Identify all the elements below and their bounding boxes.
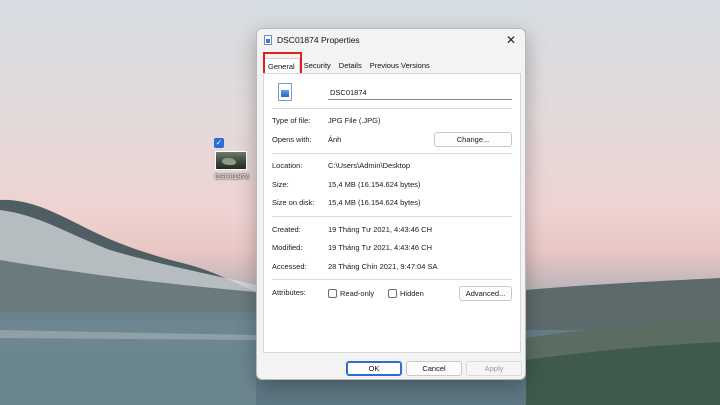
tab-previous-versions[interactable]: Previous Versions	[366, 58, 434, 73]
size-on-disk-value: 15,4 MB (16.154.624 bytes)	[328, 198, 421, 207]
type-of-file-value: JPG File (.JPG)	[328, 116, 381, 125]
divider	[272, 216, 512, 217]
hidden-label: Hidden	[400, 289, 424, 298]
title-bar[interactable]: DSC01874 Properties ✕	[257, 29, 525, 51]
ok-button[interactable]: OK	[346, 361, 402, 376]
type-of-file-label: Type of file:	[272, 116, 311, 125]
divider	[272, 153, 512, 154]
modified-value: 19 Tháng Tư 2021, 4:43:46 CH	[328, 243, 432, 252]
location-value: C:\Users\Admin\Desktop	[328, 161, 411, 170]
readonly-checkbox[interactable]	[328, 289, 337, 298]
created-label: Created:	[272, 225, 301, 234]
desktop-file-icon[interactable]: ✓ DSC01874	[211, 138, 253, 186]
jpg-file-icon	[278, 83, 292, 101]
opens-with-value: Ảnh	[328, 135, 342, 144]
divider	[272, 279, 512, 280]
file-name-field[interactable]	[328, 85, 512, 100]
window-title: DSC01874 Properties	[277, 35, 360, 45]
properties-dialog: DSC01874 Properties ✕ General Security D…	[256, 28, 526, 380]
size-on-disk-label: Size on disk:	[272, 198, 315, 207]
close-button[interactable]: ✕	[503, 32, 519, 48]
attributes-label: Attributes:	[272, 288, 306, 297]
tab-bar: General Security Details Previous Versio…	[263, 55, 434, 74]
modified-label: Modified:	[272, 243, 303, 252]
created-value: 19 Tháng Tư 2021, 4:43:46 CH	[328, 225, 432, 234]
location-label: Location:	[272, 161, 303, 170]
tab-general[interactable]: General	[263, 58, 300, 74]
accessed-label: Accessed:	[272, 262, 307, 271]
cancel-button[interactable]: Cancel	[406, 361, 462, 376]
tab-details[interactable]: Details	[335, 58, 366, 73]
general-panel: Type of file: JPG File (.JPG) Opens with…	[263, 73, 521, 353]
image-thumbnail	[215, 151, 247, 170]
file-icon	[264, 35, 272, 45]
size-value: 15,4 MB (16.154.624 bytes)	[328, 180, 421, 189]
desktop-file-label: DSC01874	[214, 174, 250, 181]
change-button[interactable]: Change...	[434, 132, 512, 147]
apply-button[interactable]: Apply	[466, 361, 522, 376]
accessed-value: 28 Tháng Chín 2021, 9:47:04 SA	[328, 262, 438, 271]
advanced-button[interactable]: Advanced...	[459, 286, 512, 301]
opens-with-label: Opens with:	[272, 135, 312, 144]
tab-security[interactable]: Security	[300, 58, 335, 73]
readonly-label: Read-only	[340, 289, 375, 298]
hidden-checkbox[interactable]	[388, 289, 397, 298]
divider	[272, 108, 512, 109]
selection-check-icon[interactable]: ✓	[214, 138, 224, 148]
size-label: Size:	[272, 180, 289, 189]
